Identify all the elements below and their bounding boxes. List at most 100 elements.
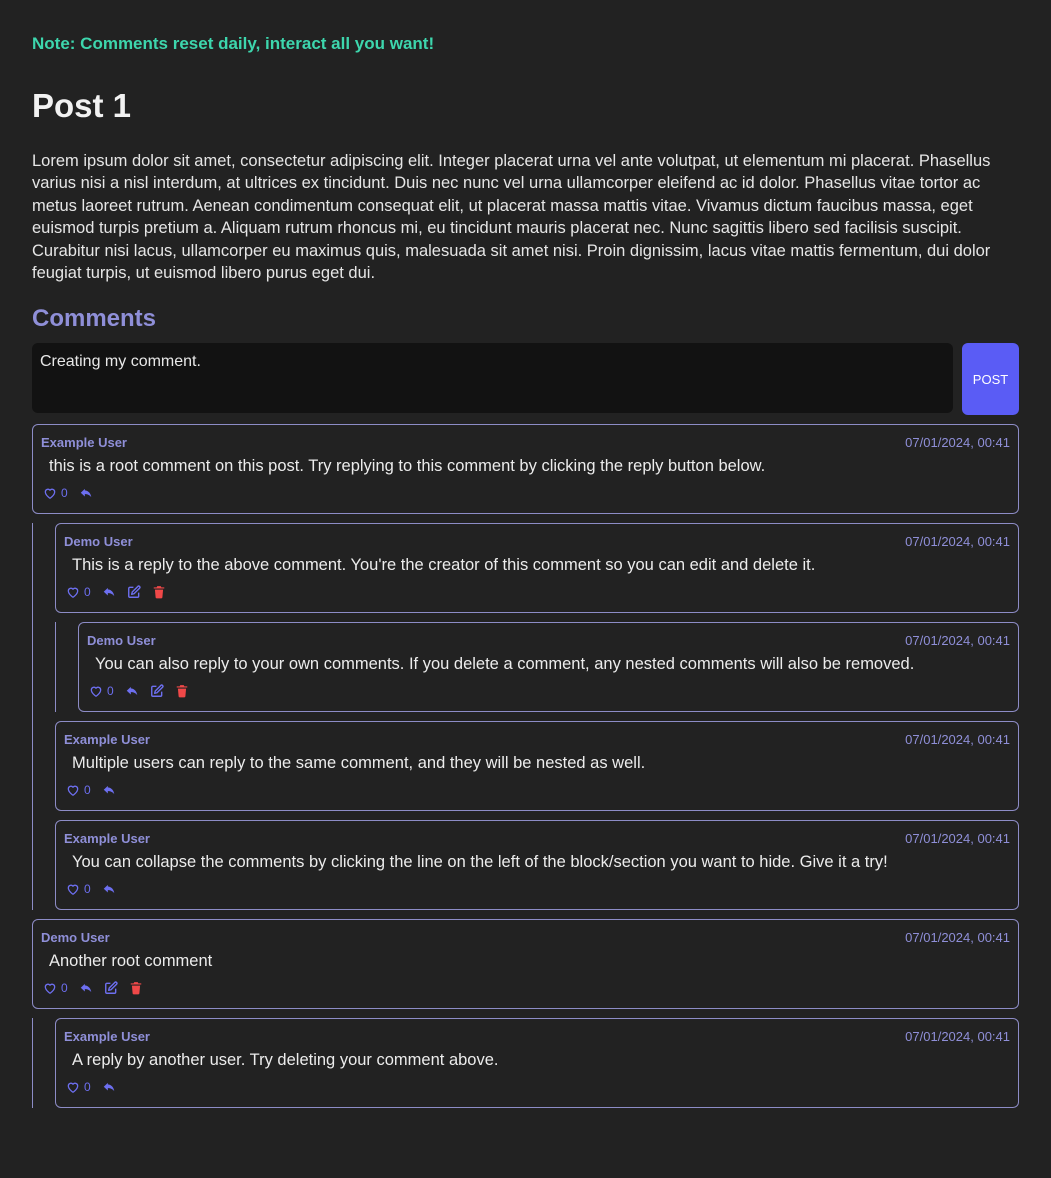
comment-date: 07/01/2024, 00:41 [905, 731, 1010, 747]
page: Note: Comments reset daily, interact all… [0, 0, 1051, 1109]
comment-actions: 0 [89, 683, 1010, 699]
comment-text: You can also reply to your own comments.… [95, 655, 915, 674]
collapse-thread-line[interactable] [32, 523, 33, 911]
heart-outline-icon [66, 1080, 80, 1094]
comment-text: You can collapse the comments by clickin… [72, 853, 888, 872]
comment-actions: 0 [43, 980, 1010, 996]
like-count: 0 [84, 783, 91, 798]
reply-thread: Demo User 07/01/2024, 00:41 You can also r… [55, 613, 1019, 713]
reply-button[interactable] [102, 783, 116, 797]
comment-composer: POST [32, 343, 1019, 416]
reply-list: Demo User 07/01/2024, 00:41 This is a repl… [55, 514, 1019, 911]
comment-date: 07/01/2024, 00:41 [905, 1028, 1010, 1044]
comment-author: Demo User [64, 533, 133, 549]
comment-author: Example User [64, 830, 150, 846]
heart-outline-icon [89, 684, 103, 698]
delete-button[interactable] [152, 585, 166, 599]
edit-icon [150, 684, 164, 698]
comment-header: Example User 07/01/2024, 00:41 [41, 434, 1010, 450]
reply-thread: Demo User 07/01/2024, 00:41 This is a repl… [32, 514, 1019, 911]
collapse-thread-line[interactable] [55, 622, 56, 713]
reset-note: Note: Comments reset daily, interact all… [32, 34, 435, 53]
trash-icon [175, 684, 189, 698]
comment-date: 07/01/2024, 00:41 [905, 830, 1010, 846]
reply-arrow-icon [125, 684, 139, 698]
comment-header: Demo User 07/01/2024, 00:41 [87, 632, 1010, 648]
reply-button[interactable] [125, 684, 139, 698]
edit-button[interactable] [150, 684, 164, 698]
trash-icon [152, 585, 166, 599]
reply-arrow-icon [79, 486, 93, 500]
reply-button[interactable] [79, 486, 93, 500]
comment-actions: 0 [66, 584, 1010, 600]
comment-card: Example User 07/01/2024, 00:41 A reply by … [55, 1018, 1019, 1109]
reply-list: Demo User 07/01/2024, 00:41 You can also r… [78, 613, 1019, 713]
collapse-thread-line[interactable] [32, 1018, 33, 1109]
comment-actions: 0 [43, 485, 1010, 501]
comment-text: Multiple users can reply to the same com… [72, 754, 646, 773]
comment-header: Example User 07/01/2024, 00:41 [64, 1028, 1010, 1044]
comment-card: Demo User 07/01/2024, 00:41 You can also r… [78, 622, 1019, 713]
comment-list: Example User 07/01/2024, 00:41 this is a r… [32, 424, 1019, 1109]
comment-input[interactable] [32, 343, 953, 414]
delete-button[interactable] [129, 981, 143, 995]
like-button[interactable]: 0 [66, 1080, 91, 1094]
comments-heading: Comments [32, 305, 157, 333]
like-button[interactable]: 0 [66, 882, 91, 896]
comment-card: Example User 07/01/2024, 00:41 Multiple us… [55, 721, 1019, 812]
comment-author: Example User [64, 731, 150, 747]
comment-date: 07/01/2024, 00:41 [905, 632, 1010, 648]
comment-card: Demo User 07/01/2024, 00:41 This is a repl… [55, 523, 1019, 614]
post-button[interactable]: POST [962, 343, 1019, 416]
reply-arrow-icon [79, 981, 93, 995]
comment-text: A reply by another user. Try deleting yo… [72, 1051, 499, 1070]
trash-icon [129, 981, 143, 995]
comment-actions: 0 [66, 782, 1010, 798]
post-title: Post 1 [32, 87, 132, 124]
like-count: 0 [84, 882, 91, 897]
reply-button[interactable] [102, 585, 116, 599]
heart-outline-icon [43, 981, 57, 995]
comment-date: 07/01/2024, 00:41 [905, 929, 1010, 945]
like-button[interactable]: 0 [43, 486, 68, 500]
like-button[interactable]: 0 [89, 684, 114, 698]
reply-list: Example User 07/01/2024, 00:41 A reply by … [55, 1009, 1019, 1109]
edit-button[interactable] [104, 981, 118, 995]
comment-header: Demo User 07/01/2024, 00:41 [64, 533, 1010, 549]
reply-button[interactable] [102, 882, 116, 896]
like-count: 0 [61, 486, 68, 501]
edit-button[interactable] [127, 585, 141, 599]
edit-icon [127, 585, 141, 599]
like-count: 0 [84, 585, 91, 600]
heart-outline-icon [66, 783, 80, 797]
reply-button[interactable] [102, 1080, 116, 1094]
like-button[interactable]: 0 [66, 585, 91, 599]
reply-arrow-icon [102, 783, 116, 797]
comment-text: This is a reply to the above comment. Yo… [72, 556, 816, 575]
heart-outline-icon [66, 585, 80, 599]
reply-arrow-icon [102, 585, 116, 599]
comment-card: Example User 07/01/2024, 00:41 You can col… [55, 820, 1019, 911]
comment-actions: 0 [66, 1079, 1010, 1095]
reply-arrow-icon [102, 1080, 116, 1094]
comment-actions: 0 [66, 881, 1010, 897]
comment-date: 07/01/2024, 00:41 [905, 434, 1010, 450]
like-button[interactable]: 0 [66, 783, 91, 797]
like-count: 0 [107, 684, 114, 699]
delete-button[interactable] [175, 684, 189, 698]
reply-arrow-icon [102, 882, 116, 896]
reply-button[interactable] [79, 981, 93, 995]
comment-header: Example User 07/01/2024, 00:41 [64, 731, 1010, 747]
comment-author: Example User [41, 434, 127, 450]
like-count: 0 [84, 1080, 91, 1095]
comment-author: Demo User [41, 929, 110, 945]
comment-header: Example User 07/01/2024, 00:41 [64, 830, 1010, 846]
like-button[interactable]: 0 [43, 981, 68, 995]
comment-author: Example User [64, 1028, 150, 1044]
edit-icon [104, 981, 118, 995]
comment-card: Example User 07/01/2024, 00:41 this is a r… [32, 424, 1019, 515]
comment-author: Demo User [87, 632, 156, 648]
comment-card: Demo User 07/01/2024, 00:41 Another root c… [32, 919, 1019, 1010]
like-count: 0 [61, 981, 68, 996]
post-body: Lorem ipsum dolor sit amet, consectetur … [32, 152, 991, 283]
